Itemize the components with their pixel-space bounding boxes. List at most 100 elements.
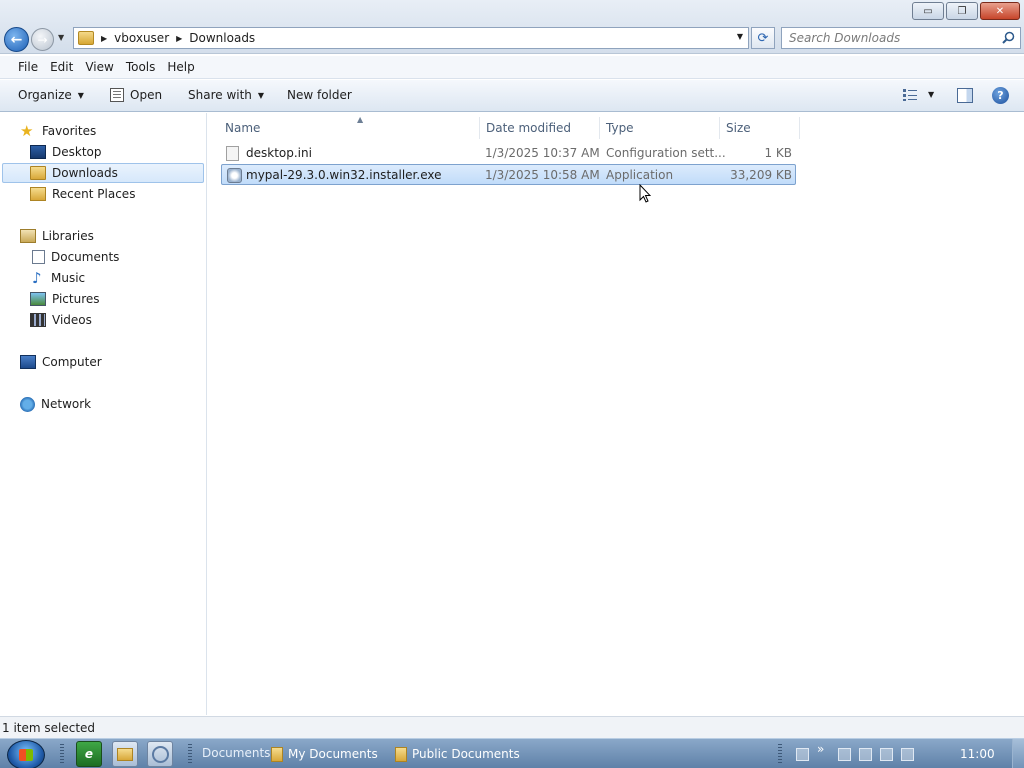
organize-label: Organize (18, 88, 72, 102)
documents-toolbar-label: Documents (202, 746, 271, 760)
forward-arrow-icon: → (37, 32, 48, 47)
tray-overflow-chevron[interactable]: » (817, 742, 824, 756)
command-bar: Organize ▼ Open Share with ▼ New folder (0, 80, 1024, 112)
column-header-name[interactable]: ▲ Name (219, 115, 480, 139)
taskbar: e Documents My Documents Public Document… (0, 738, 1024, 768)
network-status-icon[interactable] (880, 747, 894, 761)
search-icon[interactable] (1002, 31, 1015, 44)
nav-music-label: Music (51, 271, 86, 285)
window-controls: ▭ ❐ ✕ (912, 2, 1020, 20)
ini-file-icon (226, 146, 239, 161)
close-button[interactable]: ✕ (980, 2, 1020, 20)
breadcrumb-vboxuser[interactable]: vboxuser (114, 31, 169, 45)
nav-downloads[interactable]: Downloads (2, 163, 204, 183)
column-date-label: Date modified (486, 121, 572, 135)
folder-icon (78, 31, 94, 45)
nav-computer[interactable]: Computer (20, 352, 102, 372)
file-row-mypal-installer[interactable]: mypal-29.3.0.win32.installer.exe 1/3/202… (221, 164, 796, 185)
address-bar[interactable]: ▶ vboxuser ▶ Downloads ▼ (73, 27, 749, 49)
column-name-label: Name (225, 121, 261, 135)
menu-bar: File Edit View Tools Help (0, 56, 1024, 79)
taskbar-my-documents[interactable]: My Documents (266, 741, 378, 767)
maximize-button[interactable]: ❐ (946, 2, 978, 20)
chevron-down-icon: ▼ (77, 90, 84, 100)
nav-libraries[interactable]: Libraries (20, 226, 94, 246)
refresh-icon: ⟳ (757, 30, 769, 46)
nav-pictures-label: Pictures (52, 292, 100, 306)
column-size-label: Size (726, 121, 751, 135)
nav-computer-label: Computer (42, 355, 102, 369)
new-folder-button[interactable]: New folder (287, 88, 352, 102)
nav-recent-places[interactable]: Recent Places (30, 184, 135, 204)
chevron-down-icon: ▼ (257, 90, 265, 100)
internet-explorer-icon[interactable]: e (76, 741, 102, 767)
breadcrumb-downloads[interactable]: Downloads (189, 31, 255, 45)
column-header-size[interactable]: Size (720, 117, 800, 139)
back-button[interactable]: ← (4, 27, 29, 52)
menu-tools[interactable]: Tools (120, 60, 162, 74)
preview-pane-icon[interactable] (957, 88, 973, 103)
folder-icon (395, 746, 407, 762)
film-strip-icon (30, 313, 46, 327)
nav-network[interactable]: Network (20, 394, 91, 414)
windows-explorer-icon[interactable] (112, 741, 138, 767)
open-label: Open (130, 88, 163, 102)
taskbar-public-documents[interactable]: Public Documents (390, 741, 520, 767)
action-center-flag-icon[interactable] (859, 747, 873, 761)
search-input[interactable] (789, 31, 999, 45)
network-globe-icon (20, 396, 35, 412)
recent-pages-dropdown[interactable]: ▼ (58, 33, 64, 42)
nav-pictures[interactable]: Pictures (30, 289, 100, 309)
open-button[interactable]: Open (110, 88, 162, 102)
breadcrumb-chevron-icon[interactable]: ▶ (101, 34, 107, 43)
clock[interactable]: 11:00 (960, 747, 995, 761)
open-program-icon (110, 88, 124, 102)
document-icon[interactable] (838, 747, 852, 761)
refresh-button[interactable]: ⟳ (751, 27, 775, 49)
organize-button[interactable]: Organize ▼ (18, 88, 84, 102)
nav-videos-label: Videos (52, 313, 92, 327)
forward-button[interactable]: → (31, 28, 54, 51)
back-arrow-icon: ← (10, 31, 23, 48)
minimize-button[interactable]: ▭ (912, 2, 944, 20)
share-with-button[interactable]: Share with ▼ (188, 88, 264, 102)
nav-desktop[interactable]: Desktop (30, 142, 102, 162)
menu-file[interactable]: File (12, 60, 44, 74)
star-icon: ★ (20, 122, 34, 140)
column-header-type[interactable]: Type (600, 117, 720, 139)
start-button[interactable] (7, 740, 45, 768)
documents-icon (32, 250, 45, 264)
volume-icon[interactable] (901, 747, 915, 761)
taskbar-grip[interactable] (778, 744, 782, 764)
breadcrumb-chevron-icon[interactable]: ▶ (176, 34, 182, 43)
taskbar-grip[interactable] (188, 744, 192, 764)
change-view-icon[interactable] (902, 88, 918, 102)
nav-music[interactable]: ♪ Music (32, 268, 85, 288)
menu-help[interactable]: Help (161, 60, 200, 74)
column-type-label: Type (606, 121, 634, 135)
nav-favorites[interactable]: ★ Favorites (20, 121, 96, 141)
column-header-date-modified[interactable]: Date modified (480, 117, 600, 139)
help-icon[interactable]: ? (992, 87, 1009, 104)
views-dropdown-icon[interactable]: ▼ (928, 90, 934, 99)
address-dropdown-icon[interactable]: ▼ (737, 32, 743, 41)
menu-view[interactable]: View (79, 60, 119, 74)
display-icon[interactable] (796, 747, 809, 761)
file-type: Configuration sett... (606, 146, 726, 160)
pictures-icon (30, 292, 46, 306)
nav-videos[interactable]: Videos (30, 310, 92, 330)
computer-icon (20, 355, 36, 369)
file-size: 1 KB (764, 146, 792, 160)
quick-launch-app-icon[interactable] (147, 741, 173, 767)
nav-favorites-label: Favorites (42, 124, 97, 138)
show-desktop-button[interactable] (1012, 739, 1024, 768)
share-with-label: Share with (188, 88, 252, 102)
search-box[interactable] (781, 27, 1021, 49)
recent-places-icon (30, 187, 46, 201)
nav-documents[interactable]: Documents (32, 247, 119, 267)
menu-edit[interactable]: Edit (44, 60, 79, 74)
file-row-desktop-ini[interactable]: desktop.ini 1/3/2025 10:37 AM Configurat… (221, 143, 796, 164)
taskbar-grip[interactable] (60, 744, 64, 764)
music-note-icon: ♪ (32, 269, 42, 287)
navigation-pane: ★ Favorites Desktop Downloads Recent Pla… (0, 113, 207, 715)
